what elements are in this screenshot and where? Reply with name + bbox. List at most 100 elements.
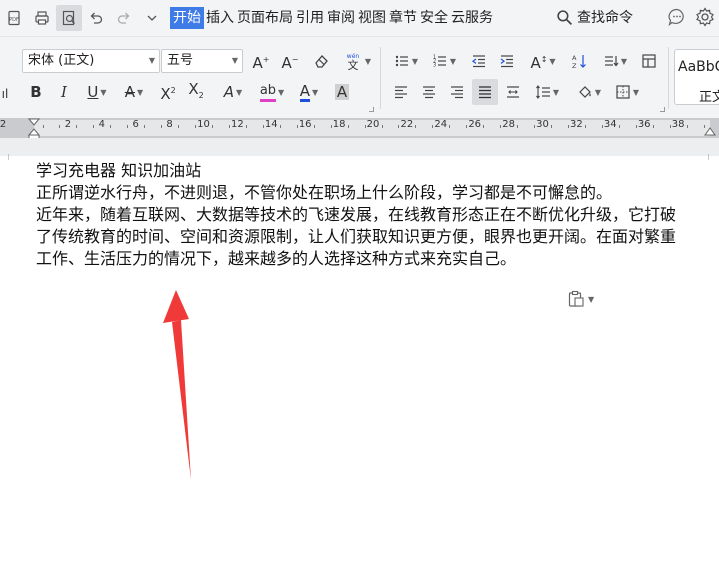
- document-page[interactable]: 学习充电器 知识加油站 正所谓逆水行舟，不进则退，不管你处在职场上什么阶段，学习…: [0, 154, 719, 580]
- increase-indent-button[interactable]: [496, 50, 518, 72]
- ruler-tick-label: 2: [0, 119, 7, 130]
- font-name-select[interactable]: 宋体 (正文) ▼: [22, 49, 160, 73]
- table-layout-button[interactable]: [638, 50, 660, 72]
- tab-insert[interactable]: 插入: [205, 7, 235, 29]
- ruler-tick: [483, 125, 485, 128]
- numbering-button[interactable]: 1 2 3 ▼: [428, 50, 460, 72]
- align-left-button[interactable]: [390, 81, 412, 103]
- ruler-tick: [296, 125, 298, 128]
- ruler-tick: [144, 125, 146, 128]
- ruler-tick-label: 20: [366, 119, 380, 130]
- ruler-tick: [161, 125, 163, 128]
- tab-view[interactable]: 视图: [357, 7, 387, 29]
- distributed-align-button[interactable]: [502, 81, 524, 103]
- underline-button[interactable]: U ▼: [82, 81, 112, 103]
- sort-button[interactable]: AZ: [568, 50, 590, 72]
- ruler-tick: [500, 125, 502, 128]
- feedback-icon[interactable]: [667, 7, 687, 27]
- align-center-button[interactable]: [418, 81, 440, 103]
- style-gallery-normal[interactable]: AaBbC 正文: [674, 49, 719, 105]
- undo-icon[interactable]: [82, 0, 110, 36]
- phonetic-guide-button[interactable]: wén 文 ▼: [340, 50, 374, 72]
- menu-tabs: 开始 插入 页面布局 引用 审阅 视图 章节 安全 云服务: [170, 7, 495, 29]
- ruler-tick: [381, 125, 383, 128]
- ruler-tick: [330, 125, 332, 128]
- tab-references[interactable]: 引用: [295, 7, 325, 29]
- show-hide-marks-button[interactable]: ▼: [598, 50, 632, 72]
- clear-format-button[interactable]: [310, 50, 332, 72]
- border-icon: [616, 85, 630, 99]
- print-icon[interactable]: [28, 0, 56, 36]
- bold-button[interactable]: B: [26, 81, 46, 103]
- doc-paragraph: 近年来，随着互联网、大数据等技术的飞速发展，在线教育形态正在不断优化升级，它打破: [36, 205, 677, 224]
- divider: [380, 47, 381, 109]
- paragraph-dialog-launcher[interactable]: [660, 107, 665, 112]
- borders-button[interactable]: ▼: [610, 81, 644, 103]
- format-painter-fragment[interactable]: ıl: [0, 83, 10, 105]
- strikethrough-button[interactable]: A ▼: [118, 81, 150, 103]
- doc-paragraph: 了传统教育的时间、空间和资源限制，让人们获取知识更方便，眼界也更开阔。在面对繁重: [36, 227, 677, 246]
- superscript-button[interactable]: X2: [158, 81, 178, 103]
- tab-page-layout[interactable]: 页面布局: [236, 7, 294, 29]
- text-effect-button[interactable]: A ▼: [218, 81, 248, 103]
- ruler-tick-label: 28: [502, 119, 515, 130]
- sort-icon: AZ: [572, 54, 586, 69]
- increase-font-size-button[interactable]: A+: [250, 50, 272, 72]
- highlight-button[interactable]: ab ▼: [256, 81, 288, 103]
- change-case-button[interactable]: A↕ ▼: [526, 50, 560, 72]
- document-body[interactable]: 学习充电器 知识加油站 正所谓逆水行舟，不进则退，不管你处在职场上什么阶段，学习…: [36, 160, 711, 270]
- search-icon: [557, 9, 573, 25]
- crop-mark-icon: [8, 154, 9, 160]
- ruler-tick: [279, 125, 281, 128]
- font-size-select[interactable]: 五号 ▼: [161, 49, 243, 73]
- tab-security[interactable]: 安全: [419, 7, 449, 29]
- ruler-tick: [669, 125, 671, 128]
- right-indent-marker-icon[interactable]: [704, 122, 716, 136]
- export-pdf-icon[interactable]: PDF: [0, 0, 28, 36]
- tab-home[interactable]: 开始: [170, 7, 204, 29]
- character-shading-button[interactable]: A: [332, 81, 352, 103]
- ruler-tick: [212, 125, 213, 128]
- svg-text:文: 文: [347, 58, 358, 70]
- font-color-button[interactable]: A ▼: [294, 81, 324, 103]
- tab-section[interactable]: 章节: [388, 7, 418, 29]
- divider: [668, 47, 669, 109]
- font-dialog-launcher[interactable]: [369, 107, 374, 112]
- ruler-tick-label: 12: [231, 119, 244, 130]
- decrease-indent-button[interactable]: [468, 50, 490, 72]
- italic-button[interactable]: I: [54, 81, 74, 103]
- pinyin-icon: wén文: [347, 53, 360, 70]
- paint-bucket-icon: [579, 86, 591, 98]
- ruler-tick: [228, 125, 230, 128]
- outdent-icon: [471, 55, 485, 68]
- paste-options-button[interactable]: ▼: [567, 290, 594, 308]
- ruler-tick: [686, 125, 688, 128]
- indent-marker-icon[interactable]: [28, 118, 40, 140]
- settings-gear-icon[interactable]: [695, 7, 715, 27]
- print-preview-icon[interactable]: [56, 5, 82, 31]
- redo-icon[interactable]: [110, 0, 138, 36]
- ruler-tick: [601, 125, 603, 128]
- ruler-tick-label: 24: [434, 119, 448, 130]
- tab-cloud-service[interactable]: 云服务: [450, 7, 494, 29]
- subscript-button[interactable]: X2: [186, 80, 206, 103]
- horizontal-ruler[interactable]: 2 2 4 6 8 10 12 14 16 18 20 22 24 26 28 30 32 34 36 38: [0, 118, 719, 140]
- decrease-font-size-button[interactable]: A−: [279, 50, 301, 72]
- ruler-tick-label: 6: [132, 119, 139, 130]
- ruler-tick: [364, 125, 366, 128]
- ruler-tick: [127, 125, 129, 128]
- tab-review[interactable]: 审阅: [326, 7, 356, 29]
- style-name-label: 正文: [699, 90, 719, 105]
- ruler-tick-label: 38: [671, 119, 685, 130]
- ruler-tick: [567, 125, 569, 128]
- shading-button[interactable]: ▼: [572, 81, 606, 103]
- justify-button[interactable]: [472, 79, 498, 105]
- ruler-tick-label: 26: [468, 119, 482, 130]
- line-spacing-button[interactable]: ▼: [530, 81, 564, 103]
- align-right-button[interactable]: [446, 81, 468, 103]
- bullets-button[interactable]: ▼: [390, 50, 422, 72]
- search-command-button[interactable]: 查找命令: [556, 7, 633, 27]
- chevron-down-icon[interactable]: [138, 0, 166, 36]
- ruler-tick: [195, 125, 197, 128]
- bullet-list-icon: [395, 55, 408, 67]
